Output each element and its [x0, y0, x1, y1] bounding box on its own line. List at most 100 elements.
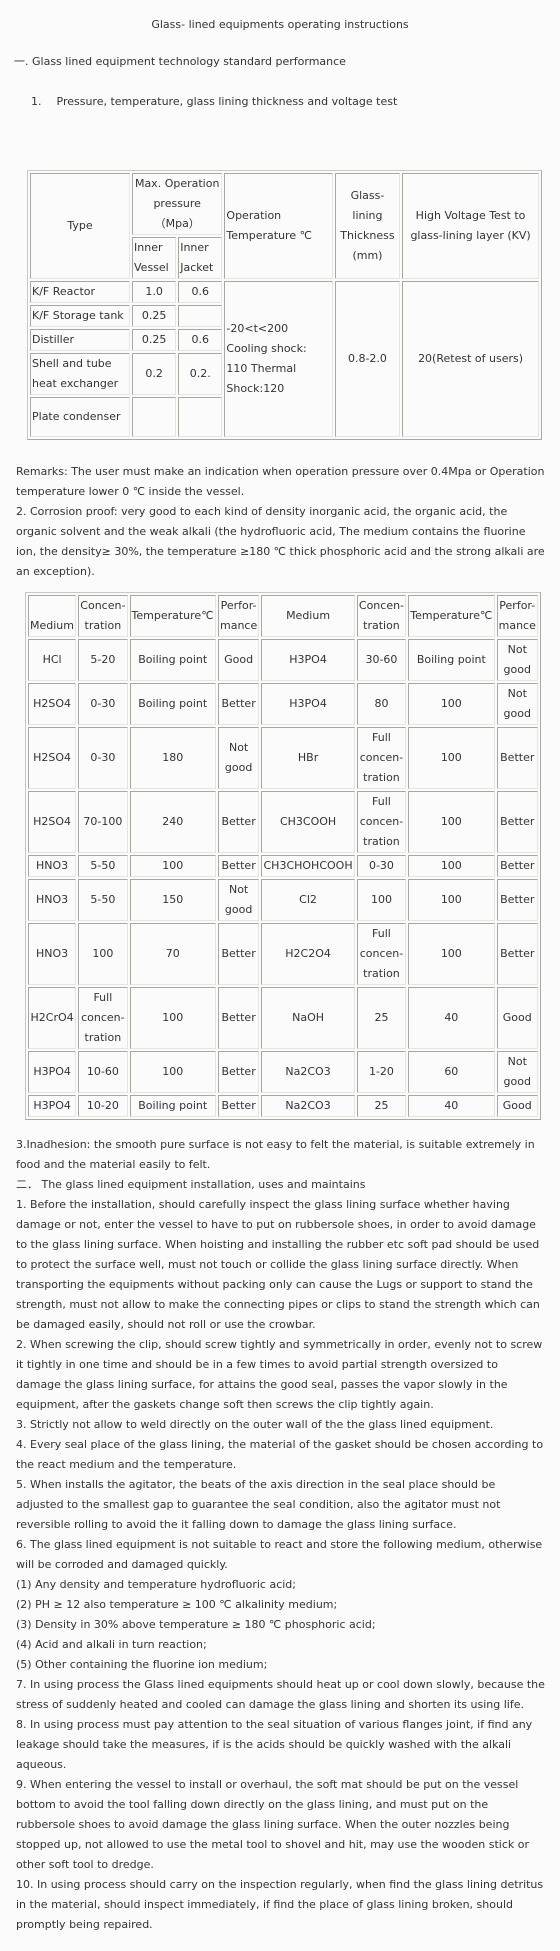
cell-jacket: [178, 305, 223, 327]
header-inner-jacket: Inner Jacket: [178, 237, 223, 279]
table-cell: 1-20: [356, 1051, 407, 1093]
header-type: Type: [30, 173, 130, 279]
table-cell: 240: [129, 791, 216, 853]
cell-voltage: 20(Retest of users): [402, 281, 539, 437]
table-cell: Not good: [217, 727, 260, 789]
paragraph: 4. Every seal place of the glass lining,…: [16, 1438, 544, 1471]
paragraph: (2) PH ≥ 12 also temperature ≥ 100 ℃ alk…: [16, 1598, 338, 1611]
paragraph: (5) Other containing the fluorine ion me…: [16, 1658, 268, 1671]
cell-jacket: 0.6: [178, 329, 223, 351]
table-cell: CH3CHOHCOOH: [261, 855, 355, 877]
remarks-block: Remarks: The user must make an indicatio…: [16, 462, 546, 582]
table-cell: HNO3: [28, 879, 77, 921]
cell-jacket: 0.2.: [178, 353, 223, 395]
column-header: Concen-tration: [78, 595, 128, 637]
table-cell: 60: [408, 1051, 495, 1093]
table-cell: H3PO4: [261, 683, 355, 725]
header-inner-vessel: Inner Vessel: [132, 237, 177, 279]
performance-table: Type Max. Operation pressure （Mpa） Opera…: [27, 170, 542, 440]
header-max-pressure: Max. Operation pressure （Mpa）: [132, 173, 223, 235]
table-cell: Better: [217, 1095, 260, 1117]
table-cell: Good: [496, 987, 538, 1049]
table-row: HNO3 100 70 Better H2C2O4 Full concen-tration…: [28, 923, 538, 985]
table-cell: Boiling point: [129, 1095, 216, 1117]
table-cell: Na2CO3: [261, 1051, 355, 1093]
cell-vessel: 0.25: [132, 329, 177, 351]
table-cell: Full concen-tration: [356, 727, 407, 789]
table-cell: Not good: [496, 1051, 538, 1093]
table-row: H3PO4 10-20 Boiling point Better Na2CO3 25 40 G…: [28, 1095, 538, 1117]
table-cell: 100: [356, 879, 407, 921]
table-cell: 100: [408, 727, 495, 789]
table-cell: CH3COOH: [261, 791, 355, 853]
section-heading-1: 一. Glass lined equipment technology stan…: [14, 55, 346, 68]
table-cell: Full concen-tration: [356, 923, 407, 985]
table-cell: H2SO4: [28, 727, 77, 789]
paragraph: (4) Acid and alkali in turn reaction;: [16, 1638, 207, 1651]
cell-jacket: [178, 397, 223, 437]
column-header: Temperature℃: [129, 595, 216, 637]
table-row: H2SO4 0-30 Boiling point Better H3PO4 80 100 No…: [28, 683, 538, 725]
table-row: HCl 5-20 Boiling point Good H3PO4 30-60 Boilin…: [28, 639, 538, 681]
cell-type: K/F Storage tank: [30, 305, 130, 327]
table-cell: Better: [217, 923, 260, 985]
table-cell: Not good: [217, 879, 260, 921]
column-header: Perfor-mance: [496, 595, 538, 637]
table-cell: Better: [496, 727, 538, 789]
table-cell: Not good: [496, 639, 538, 681]
cell-jacket: 0.6: [178, 281, 223, 303]
table-cell: Na2CO3: [261, 1095, 355, 1117]
table-cell: H2CrO4: [28, 987, 77, 1049]
table-cell: 10-20: [78, 1095, 128, 1117]
paragraph: 2. When screwing the clip, should screw …: [16, 1338, 543, 1411]
table-cell: 0-30: [78, 683, 128, 725]
table-cell: Boiling point: [129, 683, 216, 725]
table-row: H2CrO4 Full concen-tration 100 Better NaOH 25…: [28, 987, 538, 1049]
table-cell: HBr: [261, 727, 355, 789]
cell-type: Shell and tube heat exchanger: [30, 353, 130, 395]
table-cell: 5-20: [78, 639, 128, 681]
table-cell: 70: [129, 923, 216, 985]
document-title: Glass- lined equipments operating instru…: [151, 18, 409, 31]
table-cell: NaOH: [261, 987, 355, 1049]
table-cell: 0-30: [78, 727, 128, 789]
table-cell: Better: [217, 683, 260, 725]
table-cell: 100: [408, 683, 495, 725]
column-header: Temperature℃: [408, 595, 495, 637]
table-cell: 0-30: [356, 855, 407, 877]
header-temperature: Operation Temperature ℃: [224, 173, 333, 279]
table-cell: Better: [496, 879, 538, 921]
subsection-number: 1.: [31, 95, 42, 108]
table-header-row: Medium Concen-tration Temperature℃ Perfor-m…: [28, 595, 538, 637]
table-cell: H3PO4: [28, 1095, 77, 1117]
header-thickness: Glass-lining Thickness (mm): [334, 173, 401, 279]
paragraph: 6. The glass lined equipment is not suit…: [16, 1538, 543, 1571]
paragraph: (3) Density in 30% above temperature ≥ 1…: [16, 1618, 376, 1631]
subsection-title: Pressure, temperature, glass lining thic…: [56, 95, 398, 108]
table-cell: 100: [129, 855, 216, 877]
corrosion-proof-text: 2. Corrosion proof: very good to each ki…: [16, 505, 545, 578]
table-cell: 100: [129, 1051, 216, 1093]
cell-type: Distiller: [30, 329, 130, 351]
table-cell: 100: [408, 855, 495, 877]
table-cell: HNO3: [28, 855, 77, 877]
paragraph: 二． The glass lined equipment installatio…: [16, 1178, 366, 1191]
table-cell: H2SO4: [28, 683, 77, 725]
remarks-text: Remarks: The user must make an indicatio…: [16, 465, 545, 498]
table-row: HNO3 5-50 100 Better CH3CHOHCOOH 0-30 100 Bette…: [28, 855, 538, 877]
paragraph: 3. Strictly not allow to weld directly o…: [16, 1418, 494, 1431]
table-row: H2SO4 70-100 240 Better CH3COOH Full concen-t…: [28, 791, 538, 853]
table-cell: Not good: [496, 683, 538, 725]
table-cell: Good: [496, 1095, 538, 1117]
table-cell: 100: [408, 879, 495, 921]
table-cell: 150: [129, 879, 216, 921]
table-cell: H2C2O4: [261, 923, 355, 985]
table-cell: 5-50: [78, 879, 128, 921]
table-cell: 100: [408, 791, 495, 853]
table-cell: 25: [356, 1095, 407, 1117]
table-cell: HCl: [28, 639, 77, 681]
table-cell: 10-60: [78, 1051, 128, 1093]
table-cell: H3PO4: [28, 1051, 77, 1093]
table-cell: Boiling point: [129, 639, 216, 681]
column-header: Medium: [261, 595, 355, 637]
